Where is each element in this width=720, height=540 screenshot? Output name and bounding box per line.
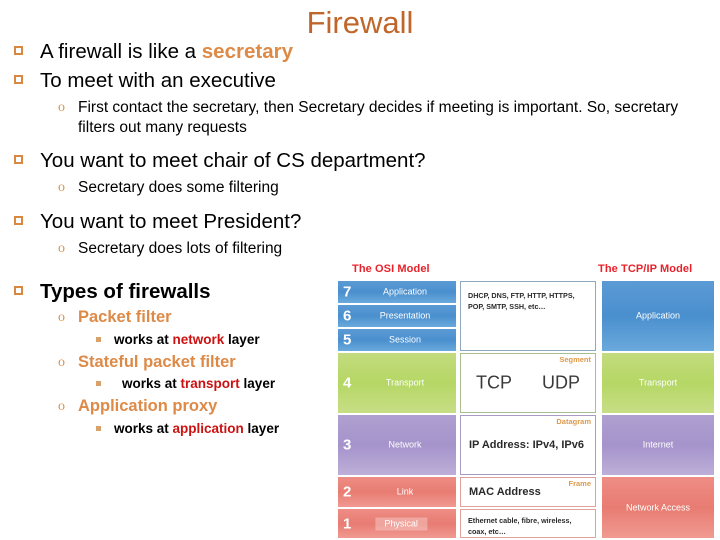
protocol-detail-stack: DHCP, DNS, FTP, HTTP, HTTPS, POP, SMTP, …	[460, 281, 596, 538]
osi-layer-6: 6 Presentation	[338, 305, 456, 327]
tcpip-layer-network-access: Network Access	[602, 477, 714, 538]
bullet-firewall-secretary: A firewall is like a secretary	[10, 38, 700, 65]
tcpip-layer-stack: Application Transport Internet Network A…	[602, 281, 714, 538]
protocol-tcp-label: TCP	[475, 372, 512, 393]
detail-text-highlight: transport	[180, 376, 240, 391]
sub-bullet-some-filtering: o Secretary does some filtering	[10, 178, 700, 198]
square-dot-bullet-icon	[96, 336, 101, 342]
protocol-box-application: DHCP, DNS, FTP, HTTP, HTTPS, POP, SMTP, …	[460, 281, 596, 351]
square-bullet-icon	[14, 75, 23, 84]
sub-bullet-text: Packet filter	[78, 308, 172, 326]
bullet-meet-president: You want to meet President?	[10, 208, 700, 235]
osi-layer-name: Network	[388, 439, 422, 450]
circle-bullet-icon: o	[58, 399, 65, 414]
protocol-box-text: Ethernet cable, fibre, wireless, coax, e…	[468, 516, 572, 536]
detail-text-pre: works at	[114, 331, 173, 347]
bullet-text-accent: secretary	[201, 40, 293, 63]
circle-bullet-icon: o	[58, 240, 65, 256]
osi-layer-name: Presentation	[379, 310, 431, 321]
square-bullet-icon	[14, 215, 23, 225]
osi-layer-2: 2 Link	[338, 477, 456, 507]
osi-layer-name: Physical	[375, 517, 427, 530]
pdu-tag-datagram: Datagram	[556, 417, 591, 426]
sub-bullet-text: Application proxy	[78, 397, 218, 415]
protocol-box-physical: Ethernet cable, fibre, wireless, coax, e…	[460, 509, 596, 538]
osi-layer-name: Session	[388, 334, 422, 345]
tcpip-model-header: The TCP/IP Model	[598, 263, 693, 275]
detail-text-post: layer	[243, 420, 280, 436]
page-title: Firewall	[306, 5, 414, 40]
detail-text-highlight: network	[172, 331, 225, 347]
osi-layer-stack: 7 Application 6 Presentation 5 Session 4…	[338, 281, 456, 538]
tcpip-layer-name: Application	[635, 310, 681, 321]
tcpip-layer-name: Transport	[638, 377, 678, 388]
osi-layer-7: 7 Application	[338, 281, 456, 303]
sub-bullet-text: Secretary does some filtering	[78, 179, 279, 196]
square-bullet-icon	[14, 286, 23, 295]
osi-layer-number: 1	[343, 515, 352, 532]
sub-bullet-text: First contact the secretary, then Secret…	[78, 99, 679, 136]
bullet-text: A firewall is like a secretary	[40, 40, 293, 63]
square-bullet-icon	[14, 46, 23, 55]
protocol-box-text: IP Address: IPv4, IPv6	[469, 439, 584, 451]
bullet-text: To meet with an executive	[40, 69, 276, 92]
bullet-text-plain: A firewall is like a	[40, 40, 202, 63]
square-bullet-icon	[14, 155, 23, 164]
sub-bullet-text: Stateful packet filter	[78, 352, 236, 371]
bullet-text: Types of firewalls	[40, 280, 211, 303]
sub-bullet-first-contact: o First contact the secretary, then Secr…	[10, 98, 700, 137]
osi-layer-name: Transport	[385, 377, 425, 388]
bullet-meet-executive: To meet with an executive	[10, 67, 700, 94]
protocol-box-transport: Segment TCP UDP	[460, 353, 596, 413]
square-dot-bullet-icon	[96, 425, 101, 431]
osi-layer-1: 1 Physical	[338, 509, 456, 538]
detail-text-highlight: application	[172, 420, 244, 436]
circle-bullet-icon: o	[58, 100, 65, 115]
osi-layer-4: 4 Transport	[338, 353, 456, 413]
protocol-box-text: DHCP, DNS, FTP, HTTP, HTTPS, POP, SMTP, …	[468, 291, 575, 311]
pdu-tag-frame: Frame	[568, 479, 591, 488]
detail-text-post: layer	[239, 376, 276, 391]
protocol-box-link: Frame MAC Address	[460, 477, 596, 507]
square-dot-bullet-icon	[96, 381, 101, 386]
tcpip-layer-name: Internet	[642, 439, 674, 450]
protocol-box-text: MAC Address	[469, 486, 541, 498]
osi-layer-name: Link	[396, 486, 414, 497]
sub-bullet-lots-filtering: o Secretary does lots of filtering	[10, 239, 700, 259]
bullet-meet-cs-chair: You want to meet chair of CS department?	[10, 147, 700, 174]
protocol-udp-label: UDP	[541, 372, 580, 393]
osi-model-header: The OSI Model	[352, 263, 430, 275]
osi-tcpip-diagram: The OSI Model The TCP/IP Model 7 Applica…	[336, 260, 720, 540]
protocol-box-text: TCP UDP	[461, 373, 595, 394]
tcpip-layer-application: Application	[602, 281, 714, 351]
detail-text-pre: works at	[122, 376, 181, 391]
detail-text-post: layer	[224, 331, 260, 347]
tcpip-layer-name: Network Access	[625, 502, 691, 512]
osi-layer-5: 5 Session	[338, 329, 456, 351]
tcpip-layer-internet: Internet	[602, 415, 714, 475]
sub-bullet-text: Secretary does lots of filtering	[78, 239, 283, 257]
osi-layer-name: Application	[382, 286, 428, 297]
circle-bullet-icon: o	[58, 354, 65, 370]
osi-layer-3: 3 Network	[338, 415, 456, 475]
circle-bullet-icon: o	[58, 180, 65, 195]
protocol-box-network: Datagram IP Address: IPv4, IPv6	[460, 415, 596, 475]
detail-text-pre: works at	[114, 420, 173, 436]
circle-bullet-icon: o	[58, 310, 65, 325]
pdu-tag-segment: Segment	[559, 355, 591, 364]
bullet-text: You want to meet President?	[40, 209, 302, 233]
bullet-text: You want to meet chair of CS department?	[40, 149, 426, 172]
tcpip-layer-transport: Transport	[602, 353, 714, 413]
